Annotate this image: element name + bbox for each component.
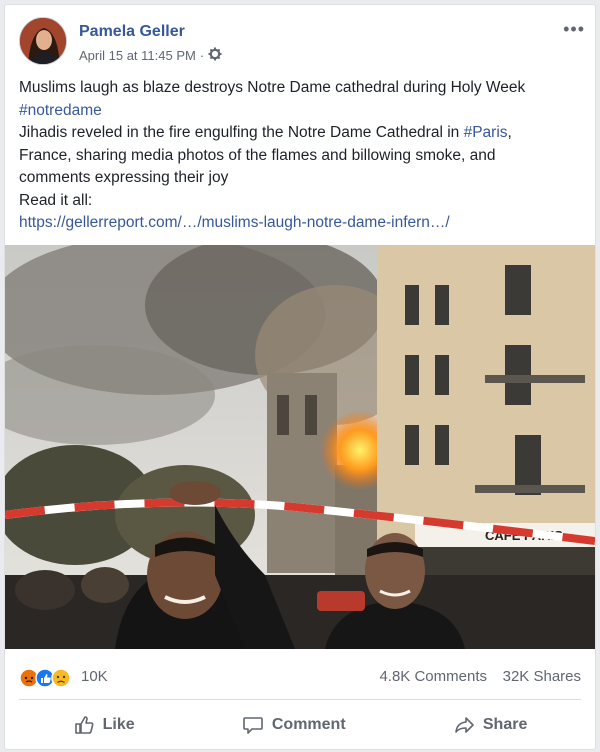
reaction-bar: 10K 4.8K Comments 32K Shares	[19, 663, 581, 691]
post-body-text: Jihadis reveled in the fire engulfing th…	[19, 124, 460, 141]
post-photo[interactable]: CAFÉ PARIS	[5, 245, 595, 649]
share-arrow-icon	[453, 714, 475, 736]
post-timestamp[interactable]: April 15 at 11:45 PM	[79, 48, 196, 63]
gear-icon[interactable]	[208, 47, 222, 64]
share-button[interactable]: Share	[453, 714, 527, 736]
post-meta: April 15 at 11:45 PM ·	[79, 47, 222, 64]
post-body-line: Jihadis reveled in the fire engulfing th…	[19, 122, 585, 145]
author-name[interactable]: Pamela Geller	[79, 23, 185, 41]
action-bar: Like Comment Share	[19, 705, 581, 745]
more-options-icon[interactable]: •••	[563, 19, 585, 40]
post-headline: Muslims laugh as blaze destroys Notre Da…	[19, 79, 526, 96]
post-body-line: comments expressing their joy	[19, 169, 229, 186]
post-body-text: ,	[507, 124, 512, 141]
reaction-icons[interactable]	[19, 667, 83, 689]
avatar[interactable]	[19, 17, 67, 65]
meta-separator: ·	[199, 48, 205, 63]
sad-icon	[51, 668, 71, 688]
speech-bubble-icon	[242, 714, 264, 736]
thumbs-up-icon	[73, 714, 95, 736]
share-label: Share	[482, 716, 528, 733]
like-label: Like	[102, 716, 135, 733]
post-card: Pamela Geller April 15 at 11:45 PM · •••	[4, 4, 596, 750]
shares-count[interactable]: 32K Shares	[503, 668, 581, 685]
like-button[interactable]: Like	[73, 714, 135, 736]
divider	[19, 699, 581, 700]
comment-label: Comment	[271, 716, 346, 733]
hashtag-link[interactable]: #notredame	[19, 100, 585, 123]
post-body-line: France, sharing media photos of the flam…	[19, 146, 496, 164]
post-body-line: Read it all:	[19, 191, 93, 209]
hashtag-link[interactable]: #Paris	[464, 124, 508, 141]
reaction-count[interactable]: 10K	[81, 668, 108, 685]
post-header: Pamela Geller April 15 at 11:45 PM · •••	[19, 17, 585, 73]
comments-count[interactable]: 4.8K Comments	[379, 668, 487, 685]
post-text: Muslims laugh as blaze destroys Notre Da…	[19, 77, 585, 235]
article-link[interactable]: https://gellerreport.com/…/muslims-laugh…	[19, 212, 585, 235]
comment-button[interactable]: Comment	[242, 714, 346, 736]
